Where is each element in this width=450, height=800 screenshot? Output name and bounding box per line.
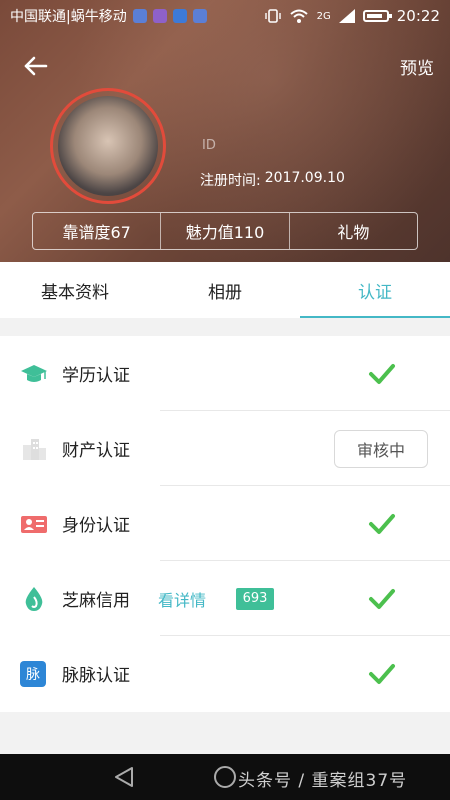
- list-item-label: 学历认证: [62, 366, 130, 386]
- avatar: [58, 96, 158, 196]
- signal-icon: [338, 9, 355, 23]
- check-icon: [369, 363, 395, 384]
- notification-app-icon: [192, 9, 207, 23]
- list-item-label: 财产认证: [62, 441, 130, 461]
- stats-bar: 靠谱度67 魅力值110 礼物: [32, 212, 418, 250]
- watermark-text: 头条号 / 重案组37号: [238, 771, 408, 791]
- carrier-text: 中国联通|蜗牛移动: [10, 9, 127, 25]
- credit-score-badge: 693: [236, 587, 274, 610]
- verification-list: 学历认证 财产认证 审核中 身份认证 芝麻信用 看详情 693 脉 脉脉认证: [0, 336, 450, 712]
- check-icon: [369, 588, 395, 609]
- id-card-icon: [21, 515, 47, 533]
- battery-icon: [362, 10, 392, 22]
- building-icon: [23, 438, 46, 460]
- list-item-identity[interactable]: 身份认证: [0, 486, 450, 561]
- check-icon: [369, 663, 395, 684]
- view-details-link[interactable]: 看详情: [158, 587, 206, 611]
- charm-stat[interactable]: 魅力值110: [160, 213, 288, 249]
- nav-back-icon[interactable]: [112, 766, 136, 788]
- status-bar: 中国联通|蜗牛移动 2G 20:22: [0, 0, 450, 32]
- clock-text: 20:22: [396, 7, 440, 25]
- network-type-text: 2G: [316, 10, 331, 22]
- notification-app-icon: [172, 9, 187, 23]
- reliability-stat[interactable]: 靠谱度67: [33, 213, 160, 249]
- tab-basic-info[interactable]: 基本资料: [0, 262, 150, 318]
- sesame-drop-icon: [25, 586, 43, 611]
- nav-home-icon[interactable]: [214, 766, 236, 788]
- graduation-cap-icon: [21, 364, 47, 382]
- maimai-icon: 脉: [20, 660, 46, 687]
- list-item-maimai[interactable]: 脉 脉脉认证: [0, 636, 450, 711]
- vibrate-icon: [264, 9, 281, 23]
- register-time: 注册时间: 2017.09.10: [200, 170, 345, 190]
- wifi-icon: [289, 9, 308, 23]
- system-nav-bar: 头条号 / 重案组37号: [0, 754, 450, 800]
- list-item-education[interactable]: 学历认证: [0, 336, 450, 411]
- profile-header: 中国联通|蜗牛移动 2G 20:22 预览 ID 注册时间: 2017.09.1…: [0, 0, 450, 262]
- list-item-sesame-credit[interactable]: 芝麻信用 看详情 693: [0, 561, 450, 636]
- profile-tabs: 基本资料 相册 认证: [0, 262, 450, 318]
- register-label: 注册时间:: [200, 173, 261, 189]
- avatar-ring[interactable]: [50, 88, 166, 204]
- check-icon: [369, 513, 395, 534]
- tab-album[interactable]: 相册: [150, 262, 300, 318]
- tab-verification[interactable]: 认证: [300, 262, 450, 318]
- notification-app-icon: [152, 9, 167, 23]
- list-item-label: 脉脉认证: [62, 666, 130, 686]
- back-arrow-icon[interactable]: [20, 50, 52, 82]
- register-date: 2017.09.10: [264, 170, 345, 186]
- gifts-stat[interactable]: 礼物: [288, 213, 417, 249]
- pending-status-button[interactable]: 审核中: [334, 429, 428, 468]
- list-item-label: 芝麻信用: [62, 591, 130, 611]
- list-item-property[interactable]: 财产认证 审核中: [0, 411, 450, 486]
- list-item-label: 身份认证: [62, 516, 130, 536]
- notification-app-icon: [132, 9, 147, 23]
- user-id-label: ID: [202, 138, 216, 153]
- preview-button[interactable]: 预览: [400, 54, 434, 79]
